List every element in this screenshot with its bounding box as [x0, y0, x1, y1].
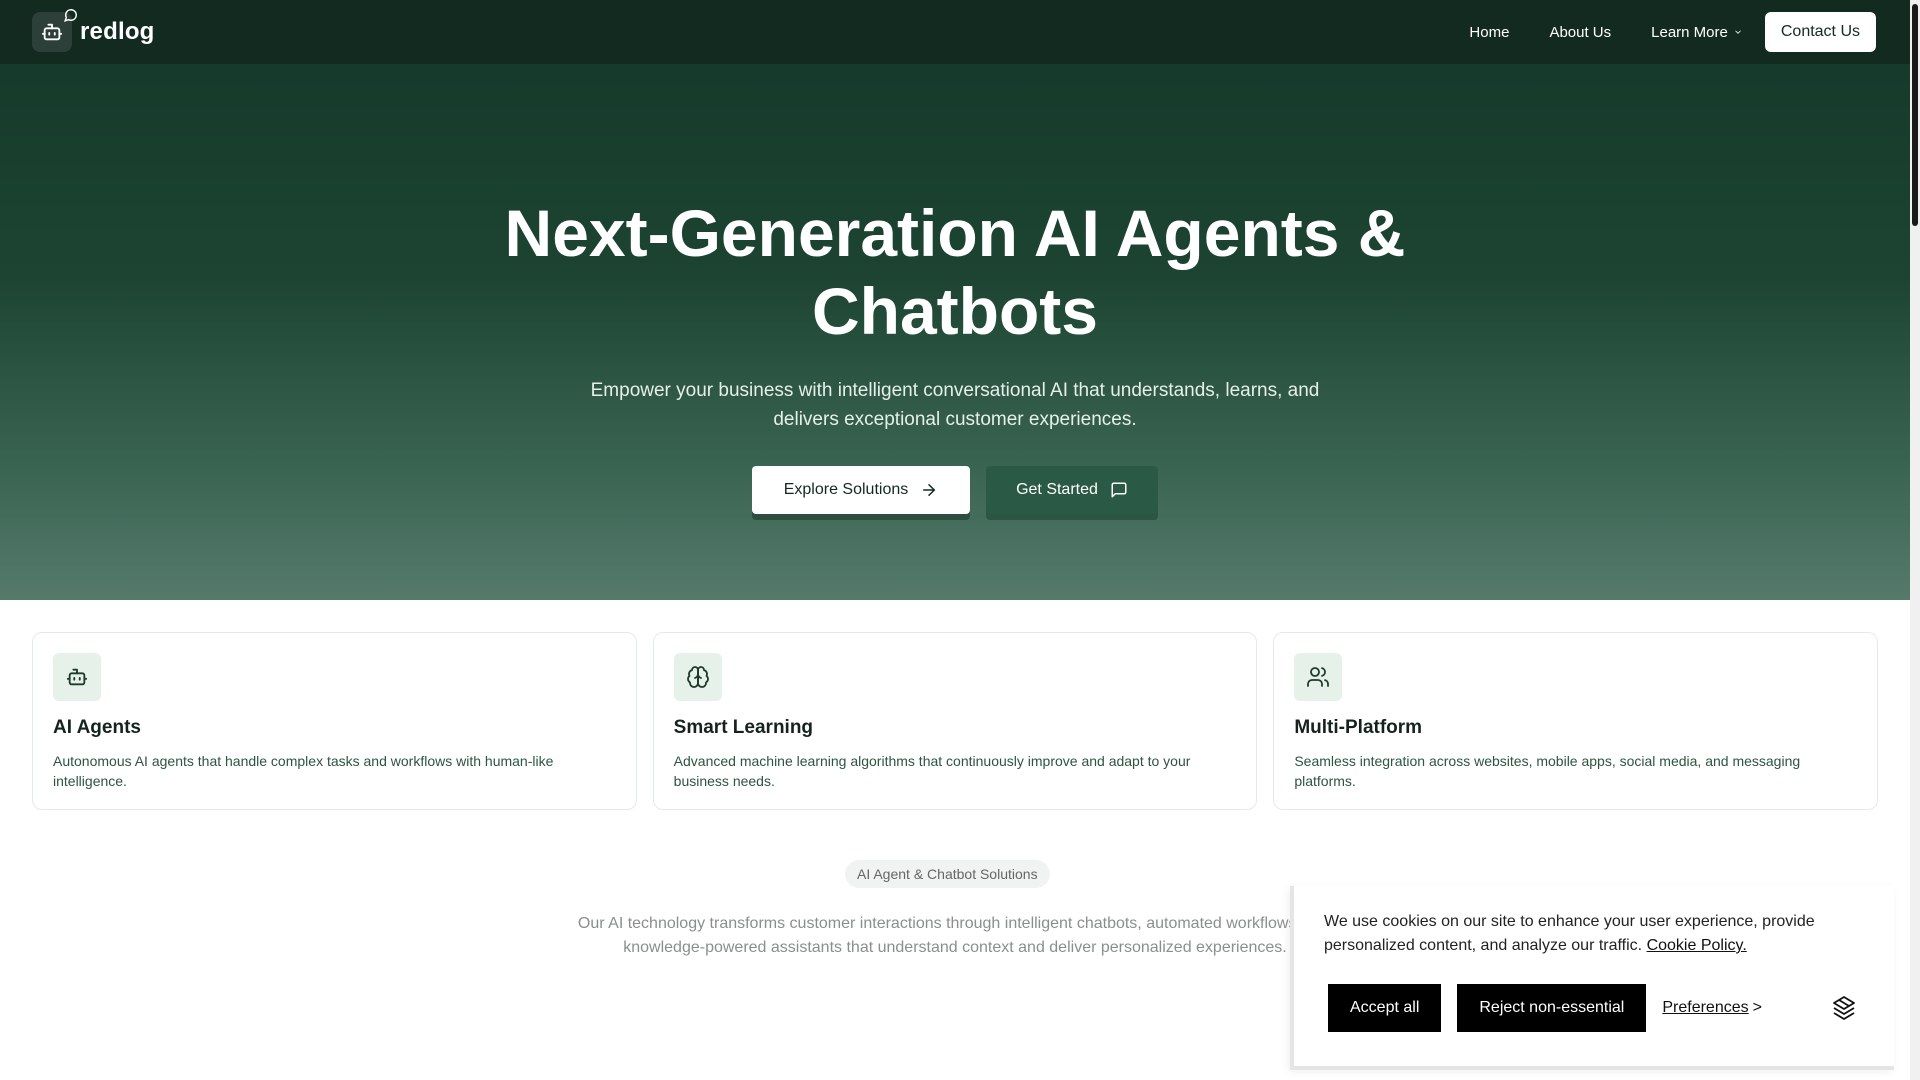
users-icon [1294, 653, 1343, 701]
explore-solutions-label: Explore Solutions [783, 481, 909, 498]
brain-icon [673, 653, 722, 701]
nav-learn-more-label: Learn More [1651, 23, 1728, 41]
accept-all-button[interactable]: Accept all [1328, 984, 1442, 1032]
reject-non-essential-button[interactable]: Reject non-essential [1457, 984, 1647, 1032]
explore-solutions-button[interactable]: Explore Solutions [752, 466, 970, 514]
features-row: AI Agents Autonomous AI agents that hand… [32, 632, 1879, 810]
feature-description: Autonomous AI agents that handle complex… [53, 753, 554, 789]
get-started-label: Get Started [1016, 481, 1098, 498]
chat-bubble-icon [64, 9, 77, 22]
message-square-icon [1111, 482, 1127, 498]
feature-card-ai-agents: AI Agents Autonomous AI agents that hand… [32, 632, 637, 810]
hero-title: Next-Generation AI Agents & Chatbots [0, 194, 1910, 350]
bot-icon [53, 653, 101, 701]
hero-buttons: Explore Solutions Get Started [0, 466, 1910, 514]
bot-icon [32, 9, 77, 52]
feature-title: AI Agents [53, 717, 141, 738]
brand-name: redlog [80, 18, 155, 45]
chevron-down-icon [1735, 30, 1741, 34]
preferences-link[interactable]: Preferences [1662, 999, 1748, 1017]
feature-description: Advanced machine learning algorithms tha… [673, 753, 1191, 789]
cookie-banner: We use cookies on our site to enhance yo… [1290, 886, 1894, 1070]
page-scrollbar[interactable] [1910, 0, 1920, 1080]
feature-card-smart-learning: Smart Learning Advanced machine learning… [652, 632, 1258, 810]
hero-section: Next-Generation AI Agents & Chatbots Emp… [0, 64, 1910, 600]
nav-links: Home About Us Learn More Contact Us [1449, 12, 1876, 52]
hero-title-line2: Chatbots [812, 274, 1098, 348]
hero-subtitle-line2: delivers exceptional customer experience… [773, 409, 1137, 430]
feature-card-multi-platform: Multi-Platform Seamless integration acro… [1273, 632, 1879, 810]
top-navbar: redlog Home About Us Learn More Contact … [0, 0, 1910, 64]
arrow-right-icon [923, 484, 936, 496]
hero-subtitle-line1: Empower your business with intelligent c… [590, 380, 1320, 401]
feature-title: Multi-Platform [1294, 717, 1423, 738]
brand-logo[interactable]: redlog [32, 9, 155, 52]
cookie-actions: Accept all Reject non-essential Preferen… [1328, 984, 1762, 1032]
preferences-arrow: > [1752, 999, 1762, 1016]
cookie-policy-link[interactable]: Cookie Policy. [1647, 937, 1747, 954]
get-started-button[interactable]: Get Started [986, 466, 1158, 514]
nav-learn-more[interactable]: Learn More [1631, 12, 1763, 52]
feature-title: Smart Learning [673, 717, 814, 738]
nav-about[interactable]: About Us [1529, 12, 1631, 52]
cookie-message: We use cookies on our site to enhance yo… [1324, 910, 1864, 958]
scrollbar-thumb[interactable] [1912, 4, 1918, 226]
feature-description: Seamless integration across websites, mo… [1294, 753, 1801, 789]
solutions-description: Our AI technology transforms customer in… [577, 915, 1333, 956]
hero-title-line1: Next-Generation AI Agents & [504, 196, 1406, 270]
hero-subtitle: Empower your business with intelligent c… [0, 376, 1910, 434]
contact-button[interactable]: Contact Us [1764, 12, 1876, 52]
nav-home[interactable]: Home [1449, 12, 1529, 52]
cookie-provider-logo-icon [1833, 996, 1855, 1020]
solutions-badge: AI Agent & Chatbot Solutions [845, 860, 1050, 888]
